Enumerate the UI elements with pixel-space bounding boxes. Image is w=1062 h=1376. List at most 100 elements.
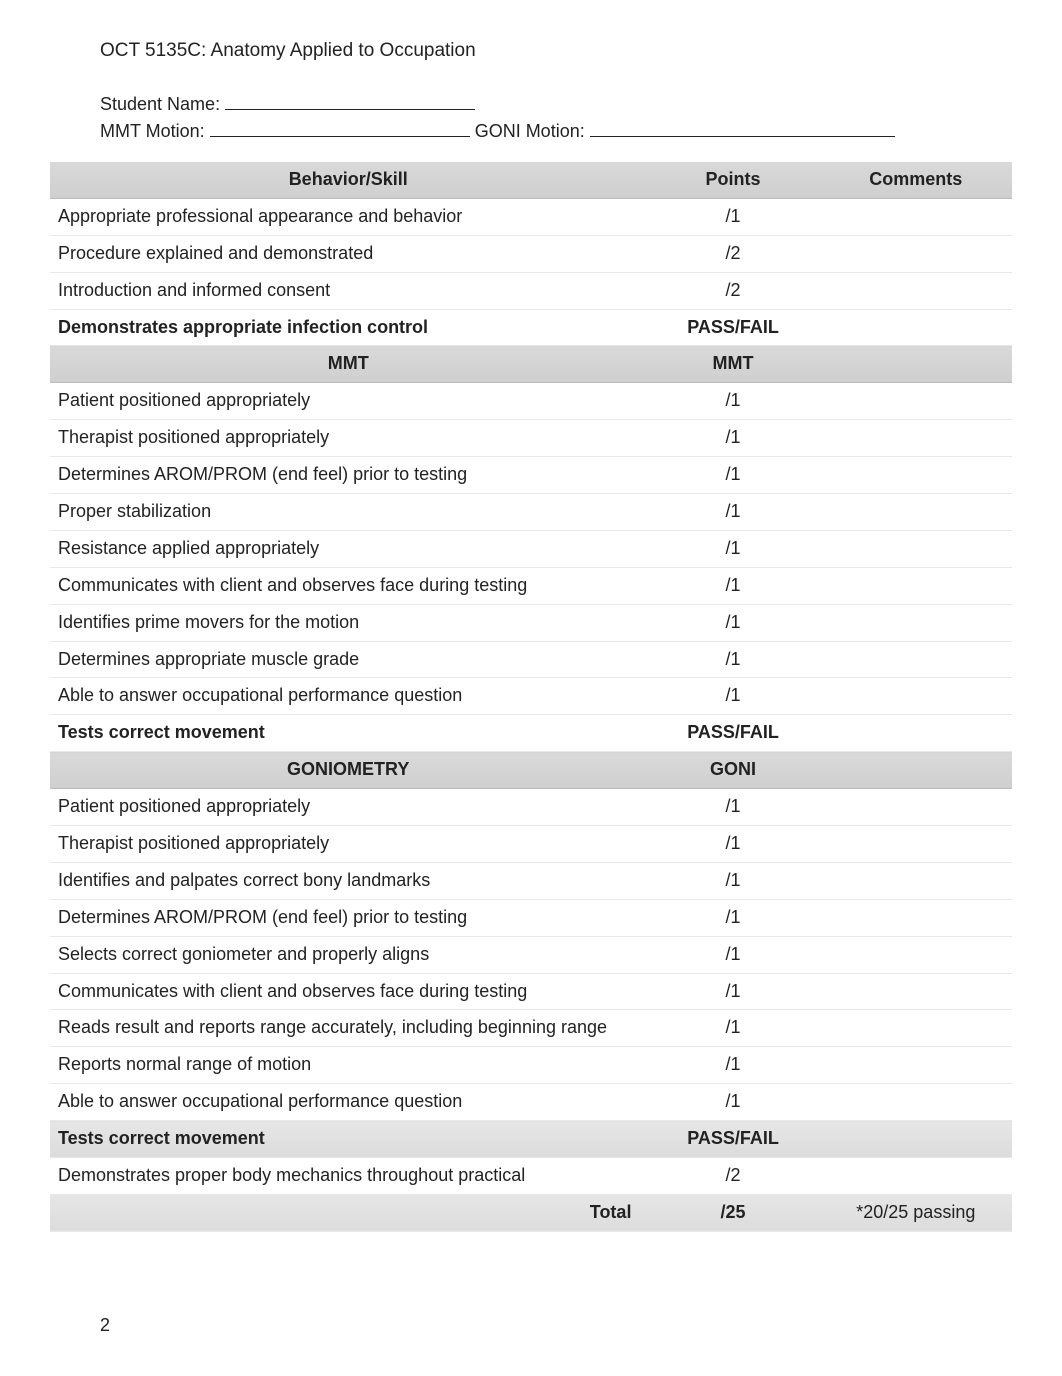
student-name-blank[interactable] bbox=[225, 92, 475, 110]
course-title: OCT 5135C: Anatomy Applied to Occupation bbox=[100, 40, 1012, 62]
points-cell: /1 bbox=[646, 973, 819, 1010]
skill-cell: Tests correct movement bbox=[50, 715, 646, 752]
points-cell: /1 bbox=[646, 457, 819, 494]
table-row: Appropriate professional appearance and … bbox=[50, 198, 1012, 235]
table-row: Able to answer occupational performance … bbox=[50, 678, 1012, 715]
comments-cell bbox=[820, 567, 1012, 604]
skill-cell: Procedure explained and demonstrated bbox=[50, 235, 646, 272]
points-cell: PASS/FAIL bbox=[646, 715, 819, 752]
skill-cell: Demonstrates proper body mechanics throu… bbox=[50, 1158, 646, 1195]
skill-cell: Tests correct movement bbox=[50, 1121, 646, 1158]
skill-cell: Determines AROM/PROM (end feel) prior to… bbox=[50, 899, 646, 936]
skill-cell: Resistance applied appropriately bbox=[50, 530, 646, 567]
points-cell: MMT bbox=[646, 346, 819, 383]
points-cell: /1 bbox=[646, 826, 819, 863]
points-cell: /1 bbox=[646, 1047, 819, 1084]
page-number: 2 bbox=[100, 1315, 110, 1336]
points-cell: /1 bbox=[646, 383, 819, 420]
comments-cell bbox=[820, 1047, 1012, 1084]
table-row: Demonstrates proper body mechanics throu… bbox=[50, 1158, 1012, 1195]
table-row: Identifies and palpates correct bony lan… bbox=[50, 862, 1012, 899]
skill-cell: Therapist positioned appropriately bbox=[50, 826, 646, 863]
skill-cell: Introduction and informed consent bbox=[50, 272, 646, 309]
table-row: MMTMMT bbox=[50, 346, 1012, 383]
skill-cell: Communicates with client and observes fa… bbox=[50, 567, 646, 604]
table-row: Able to answer occupational performance … bbox=[50, 1084, 1012, 1121]
table-row: Introduction and informed consent/2 bbox=[50, 272, 1012, 309]
comments-cell bbox=[820, 789, 1012, 826]
table-row: Demonstrates appropriate infection contr… bbox=[50, 309, 1012, 346]
skill-cell: Therapist positioned appropriately bbox=[50, 420, 646, 457]
comments-cell bbox=[820, 383, 1012, 420]
table-row: Resistance applied appropriately/1 bbox=[50, 530, 1012, 567]
skill-cell: Selects correct goniometer and properly … bbox=[50, 936, 646, 973]
points-cell: /1 bbox=[646, 567, 819, 604]
points-cell: /1 bbox=[646, 789, 819, 826]
skill-cell: Patient positioned appropriately bbox=[50, 789, 646, 826]
comments-cell bbox=[820, 1084, 1012, 1121]
points-cell: /1 bbox=[646, 420, 819, 457]
comments-cell bbox=[820, 346, 1012, 383]
mmt-motion-label: MMT Motion: bbox=[100, 121, 210, 142]
table-row: Proper stabilization/1 bbox=[50, 494, 1012, 531]
motion-line: MMT Motion: GONI Motion: bbox=[100, 119, 1012, 142]
points-cell: /1 bbox=[646, 530, 819, 567]
points-cell: /1 bbox=[646, 604, 819, 641]
skill-cell: MMT bbox=[50, 346, 646, 383]
form-fields: Student Name: MMT Motion: GONI Motion: bbox=[100, 92, 1012, 142]
comments-cell bbox=[820, 198, 1012, 235]
points-cell: /1 bbox=[646, 198, 819, 235]
points-cell: /1 bbox=[646, 1010, 819, 1047]
comments-cell: Comments bbox=[820, 162, 1012, 198]
skill-cell: Determines AROM/PROM (end feel) prior to… bbox=[50, 457, 646, 494]
table-row: GONIOMETRYGONI bbox=[50, 752, 1012, 789]
comments-cell bbox=[820, 678, 1012, 715]
comments-cell bbox=[820, 1121, 1012, 1158]
goni-motion-blank[interactable] bbox=[590, 119, 895, 137]
table-row: Patient positioned appropriately/1 bbox=[50, 383, 1012, 420]
comments-cell: *20/25 passing bbox=[820, 1194, 1012, 1231]
comments-cell bbox=[820, 420, 1012, 457]
table-row: Patient positioned appropriately/1 bbox=[50, 789, 1012, 826]
points-cell: Points bbox=[646, 162, 819, 198]
table-row: Reads result and reports range accuratel… bbox=[50, 1010, 1012, 1047]
student-name-line: Student Name: bbox=[100, 92, 1012, 115]
table-row: Communicates with client and observes fa… bbox=[50, 567, 1012, 604]
comments-cell bbox=[820, 899, 1012, 936]
comments-cell bbox=[820, 752, 1012, 789]
comments-cell bbox=[820, 1010, 1012, 1047]
table-row: Behavior/SkillPointsComments bbox=[50, 162, 1012, 198]
skill-cell: Identifies prime movers for the motion bbox=[50, 604, 646, 641]
points-cell: /2 bbox=[646, 235, 819, 272]
points-cell: /1 bbox=[646, 899, 819, 936]
goni-motion-label: GONI Motion: bbox=[470, 121, 590, 142]
points-cell: PASS/FAIL bbox=[646, 1121, 819, 1158]
points-cell: /25 bbox=[646, 1194, 819, 1231]
skill-cell: Proper stabilization bbox=[50, 494, 646, 531]
mmt-motion-blank[interactable] bbox=[210, 119, 470, 137]
table-row: Total/25*20/25 passing bbox=[50, 1194, 1012, 1231]
skill-cell: Total bbox=[50, 1194, 646, 1231]
skill-cell: Reports normal range of motion bbox=[50, 1047, 646, 1084]
table-row: Therapist positioned appropriately/1 bbox=[50, 420, 1012, 457]
skill-cell: Behavior/Skill bbox=[50, 162, 646, 198]
skill-cell: Identifies and palpates correct bony lan… bbox=[50, 862, 646, 899]
comments-cell bbox=[820, 715, 1012, 752]
rubric-table: Behavior/SkillPointsCommentsAppropriate … bbox=[50, 162, 1012, 1232]
points-cell: /1 bbox=[646, 494, 819, 531]
comments-cell bbox=[820, 530, 1012, 567]
comments-cell bbox=[820, 973, 1012, 1010]
table-row: Communicates with client and observes fa… bbox=[50, 973, 1012, 1010]
points-cell: /2 bbox=[646, 1158, 819, 1195]
comments-cell bbox=[820, 936, 1012, 973]
points-cell: PASS/FAIL bbox=[646, 309, 819, 346]
table-row: Determines AROM/PROM (end feel) prior to… bbox=[50, 899, 1012, 936]
skill-cell: Communicates with client and observes fa… bbox=[50, 973, 646, 1010]
table-row: Identifies prime movers for the motion/1 bbox=[50, 604, 1012, 641]
comments-cell bbox=[820, 826, 1012, 863]
skill-cell: Demonstrates appropriate infection contr… bbox=[50, 309, 646, 346]
comments-cell bbox=[820, 641, 1012, 678]
comments-cell bbox=[820, 604, 1012, 641]
skill-cell: Patient positioned appropriately bbox=[50, 383, 646, 420]
table-row: Selects correct goniometer and properly … bbox=[50, 936, 1012, 973]
